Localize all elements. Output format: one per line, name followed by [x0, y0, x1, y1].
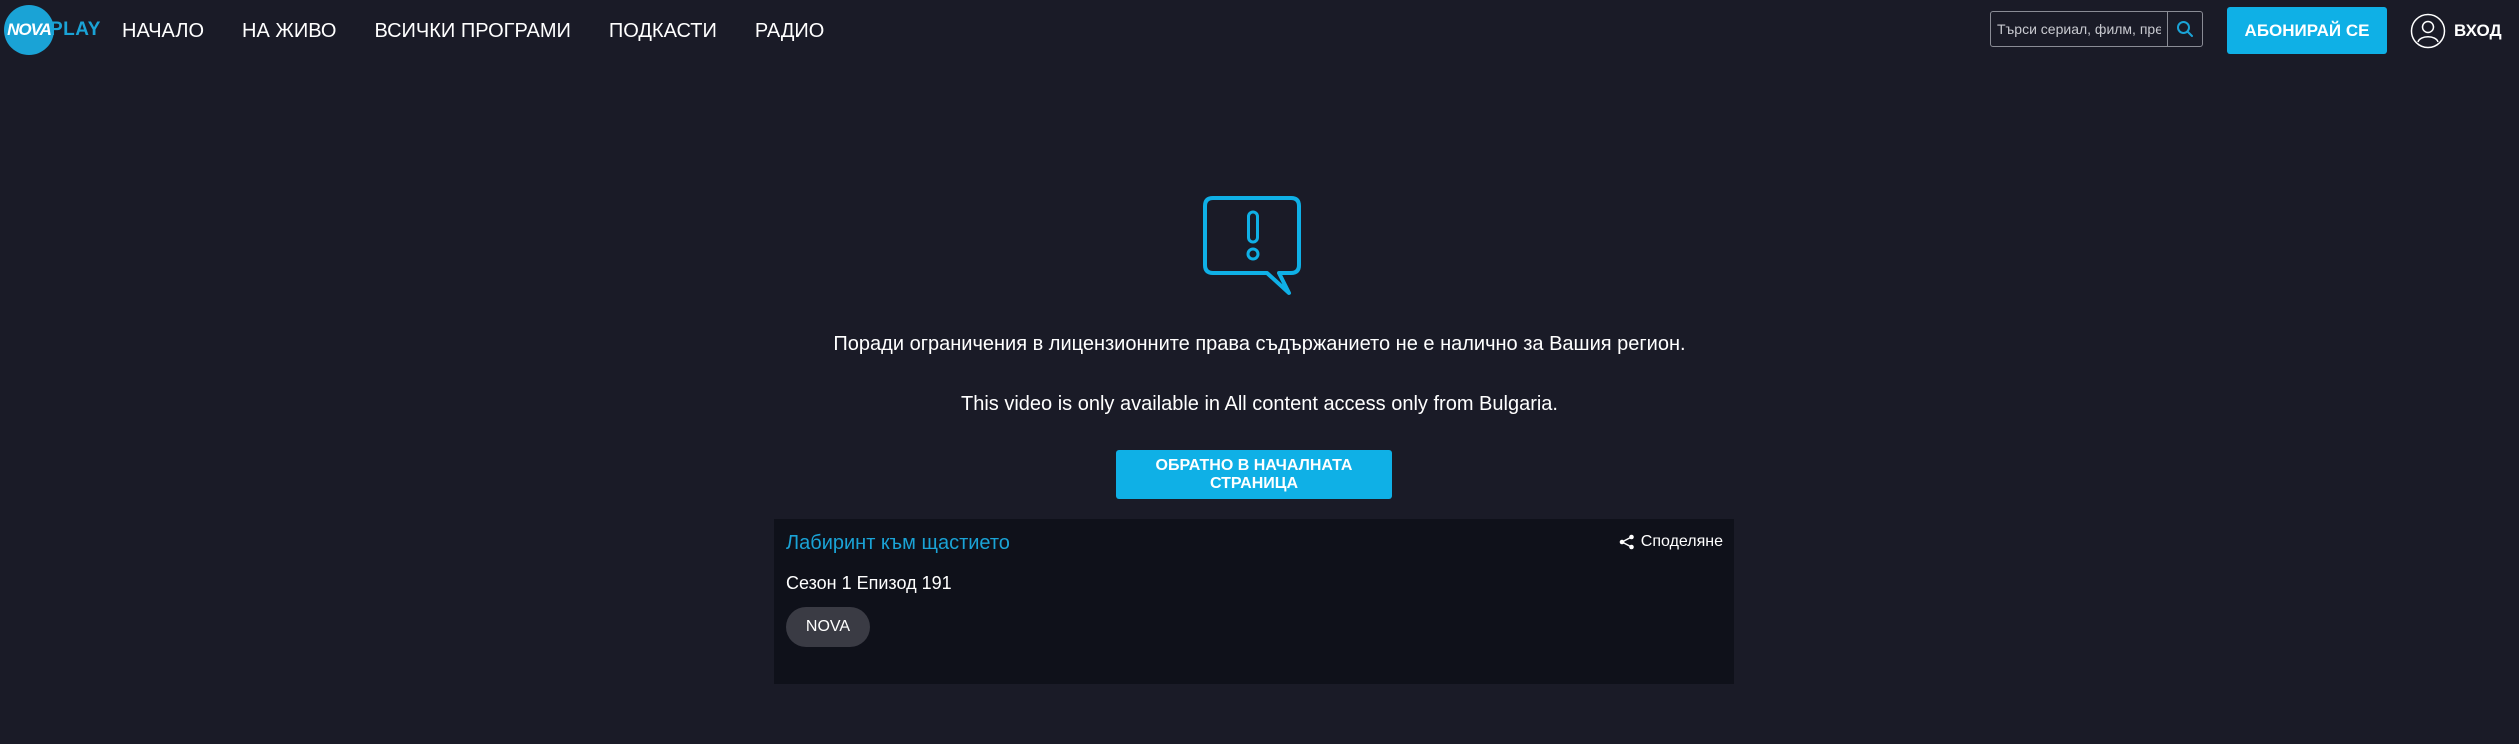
- main-nav: НАЧАЛО НА ЖИВО ВСИЧКИ ПРОГРАМИ ПОДКАСТИ …: [122, 0, 862, 62]
- login-button[interactable]: ВХОД: [2410, 13, 2502, 49]
- user-icon: [2410, 13, 2446, 49]
- search-box: [1990, 11, 2203, 47]
- search-button[interactable]: [2167, 12, 2202, 46]
- nav-item-home[interactable]: НАЧАЛО: [122, 20, 204, 43]
- nav-item-live[interactable]: НА ЖИВО: [242, 20, 336, 43]
- page: NOVA PLAY НАЧАЛО НА ЖИВО ВСИЧКИ ПРОГРАМИ…: [0, 0, 2519, 744]
- season-episode-label: Сезон 1 Епизод 191: [786, 573, 952, 593]
- region-restriction-message-bg: Поради ограничения в лицензионните права…: [833, 333, 1686, 355]
- episode-info-card: Лабиринт към щастието Споделяне Сезон 1 …: [774, 519, 1734, 684]
- logo-nova: NOVA: [4, 5, 54, 55]
- back-to-home-button[interactable]: ОБРАТНО В НАЧАЛНАТА СТРАНИЦА: [1116, 450, 1392, 499]
- show-title[interactable]: Лабиринт към щастието: [786, 532, 1010, 555]
- nav-item-radio[interactable]: РАДИО: [755, 20, 824, 43]
- subscribe-button[interactable]: АБОНИРАЙ СЕ: [2227, 7, 2387, 54]
- nova-play-logo[interactable]: NOVA PLAY: [4, 5, 101, 55]
- channel-badge[interactable]: NOVA: [786, 607, 870, 647]
- logo-play: PLAY: [50, 19, 101, 40]
- share-icon: [1619, 534, 1634, 550]
- share-button[interactable]: Споделяне: [1619, 533, 1723, 551]
- search-icon: [2177, 21, 2193, 37]
- warning-speech-bubble-icon: [1203, 196, 1301, 295]
- nav-item-podcasts[interactable]: ПОДКАСТИ: [609, 20, 717, 43]
- search-input[interactable]: [1991, 12, 2167, 46]
- region-restriction-message-en: This video is only available in All cont…: [961, 393, 1558, 415]
- share-label: Споделяне: [1640, 533, 1723, 550]
- nav-item-all-programs[interactable]: ВСИЧКИ ПРОГРАМИ: [374, 20, 570, 43]
- top-header: NOVA PLAY НАЧАЛО НА ЖИВО ВСИЧКИ ПРОГРАМИ…: [0, 0, 2519, 62]
- login-label: ВХОД: [2454, 21, 2502, 40]
